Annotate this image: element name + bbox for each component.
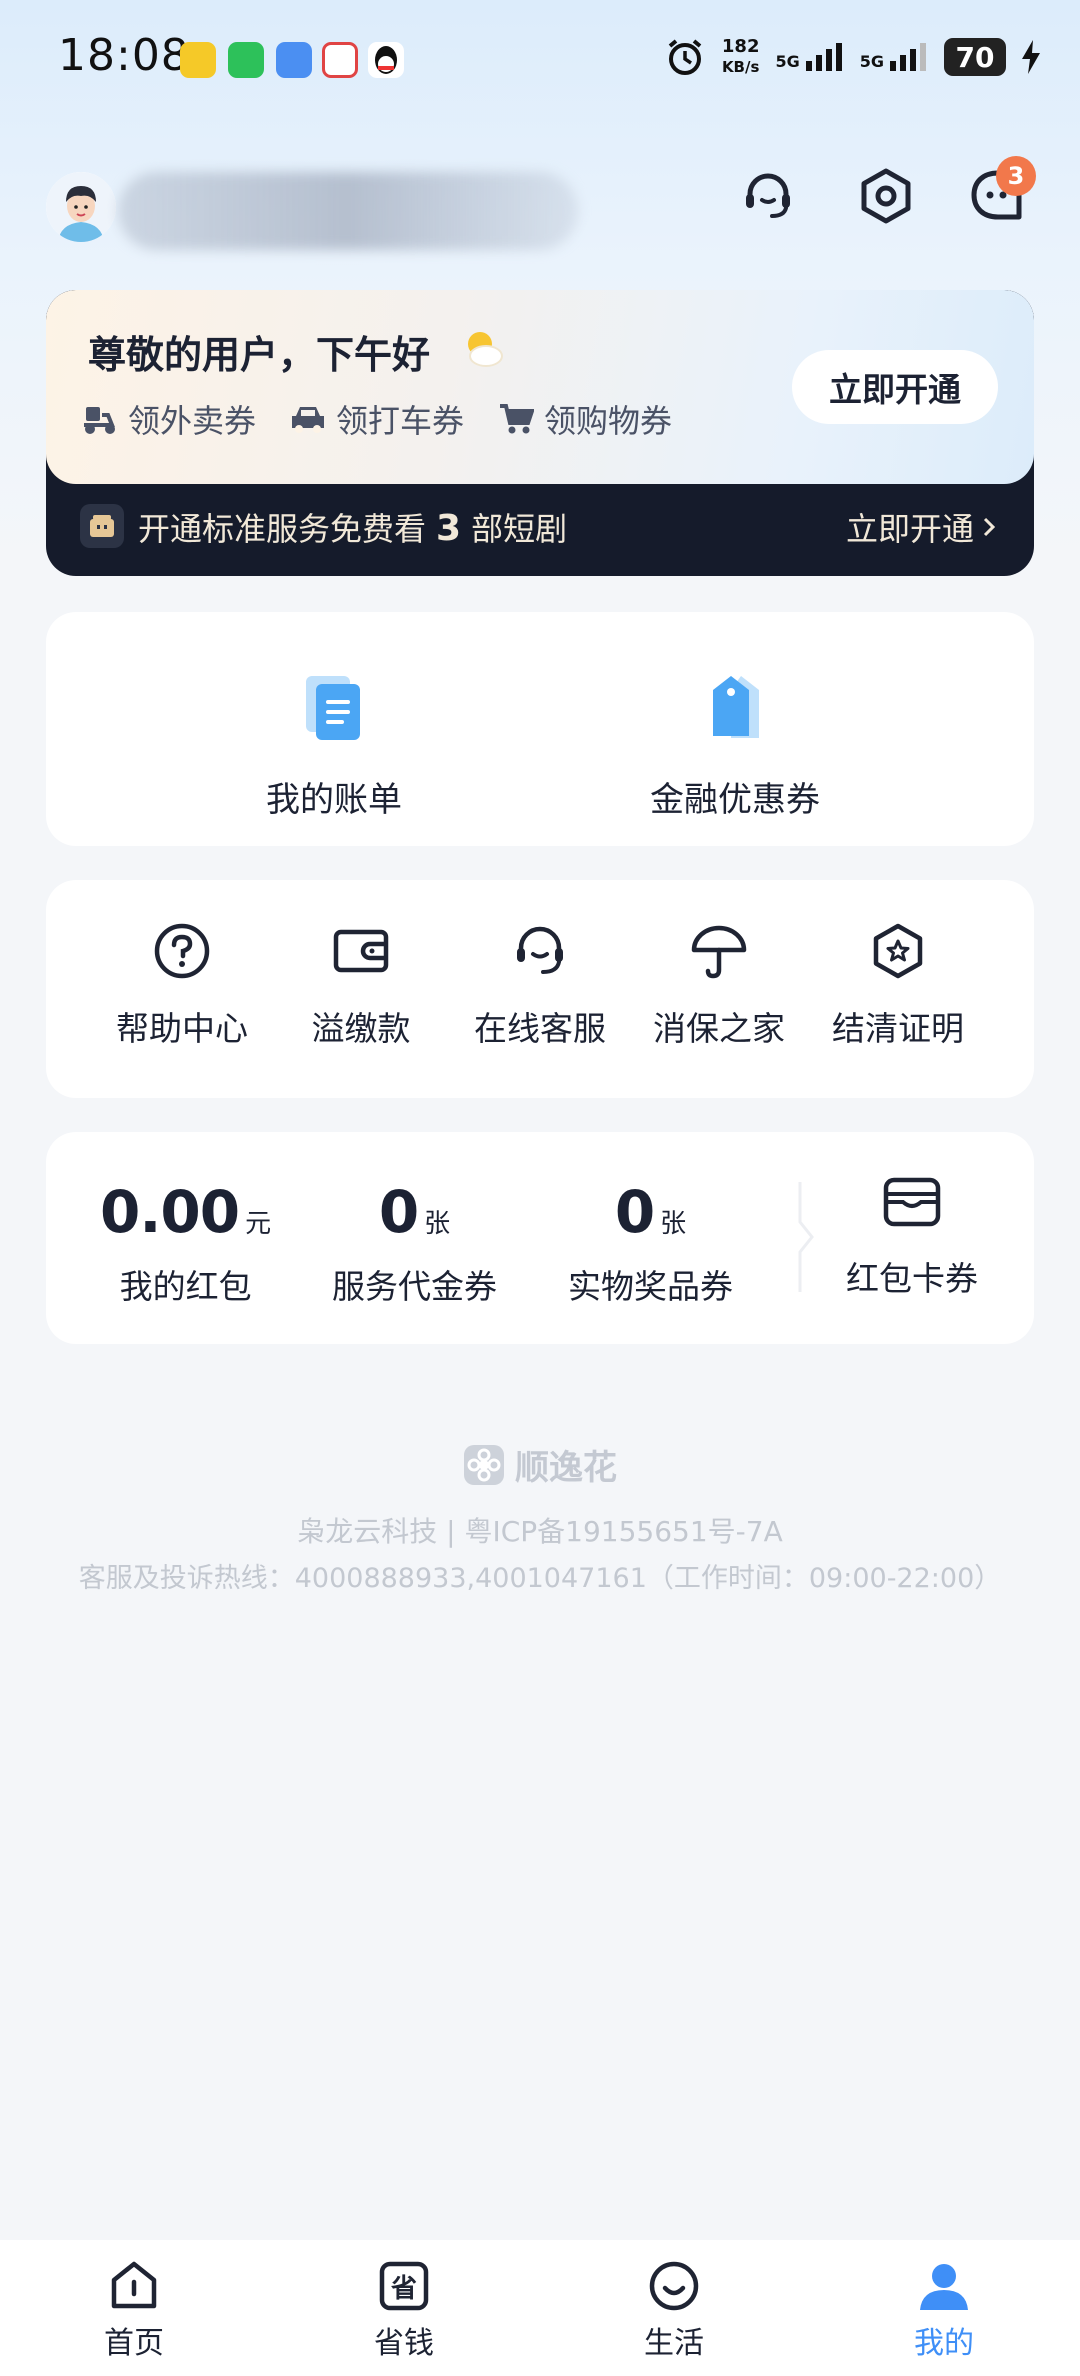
coupon-shopping[interactable]: 领购物券 [498, 396, 672, 442]
divider-arrow [798, 1182, 814, 1292]
services-card: 帮助中心 溢缴款 在线客服 消保之家 结清证明 [46, 880, 1034, 1098]
finance-coupon-entry[interactable]: 金融优惠券 [650, 672, 820, 821]
tab-bar: 首页 省 省钱 生活 我的 [0, 2240, 1080, 2376]
signal-1: 5G [775, 43, 843, 71]
red-packet-label: 我的红包 [119, 1267, 252, 1306]
prize-voucher-stat[interactable]: 0张 实物奖品券 [568, 1178, 733, 1308]
tab-home[interactable]: 首页 [74, 2258, 194, 2362]
open-now-button[interactable]: 立即开通 [792, 350, 998, 424]
drama-banner-text: 开通标准服务免费看 3 部短剧 [138, 508, 568, 549]
badge-star-icon [873, 923, 923, 979]
tag-icon [713, 676, 759, 738]
car-icon [292, 407, 325, 433]
greeting-text: 尊敬的用户，下午好 [88, 333, 431, 377]
chevron-right-icon [983, 517, 996, 537]
promo-card[interactable]: 尊敬的用户，下午好 领外卖券 领打车券 领购物券 立即开通 开通标准服务免费看 3… [46, 290, 1034, 576]
overpayment-entry[interactable]: 溢缴款 [276, 922, 446, 1050]
app-notification-icon [180, 42, 216, 78]
finance-coupon-label: 金融优惠券 [650, 780, 820, 820]
signal-icon [890, 43, 926, 71]
scooter-icon [84, 407, 115, 434]
drama-open-link[interactable]: 立即开通 [846, 504, 996, 550]
card-wallet-icon [883, 1177, 941, 1227]
smile-icon [649, 2261, 699, 2311]
bill-icon [306, 676, 360, 740]
help-center-label: 帮助中心 [116, 1009, 248, 1048]
rewards-card: 0.00 元 我的红包 0张 服务代金券 0张 实物奖品券 红包卡券 [46, 1132, 1034, 1344]
status-time: 18:08 [58, 30, 190, 81]
coupon-taxi[interactable]: 领打车券 [290, 396, 464, 442]
question-icon [154, 923, 210, 979]
signal-icon [805, 43, 842, 71]
wallet-icon [333, 929, 389, 973]
service-voucher-unit: 张 [424, 1209, 451, 1239]
status-right: 182 KB/s 5G 5G 70 [664, 36, 1040, 78]
customer-service-icon[interactable] [732, 160, 804, 232]
promo-top: 尊敬的用户，下午好 领外卖券 领打车券 领购物券 立即开通 [46, 290, 1034, 484]
card-wallet-entry[interactable]: 红包卡券 [846, 1176, 978, 1300]
umbrella-icon [691, 925, 747, 979]
sun-cloud-icon [468, 332, 503, 367]
charging-icon [1022, 40, 1040, 74]
hotline-info: 客服及投诉热线：4000888933,4001047161（工作时间：09:00… [78, 1563, 1002, 1594]
headset-icon [517, 926, 563, 974]
settings-icon[interactable] [850, 160, 922, 232]
qq-icon [368, 42, 404, 78]
home-icon [111, 2261, 157, 2309]
consumer-protection-entry[interactable]: 消保之家 [634, 922, 804, 1050]
red-packet-stat[interactable]: 0.00 元 我的红包 [100, 1178, 271, 1308]
red-packet-value: 0.00 [100, 1178, 240, 1246]
app-notification-icon [276, 42, 312, 78]
drama-icon [80, 504, 124, 548]
overpayment-label: 溢缴款 [311, 1009, 411, 1048]
help-center-entry[interactable]: 帮助中心 [97, 922, 267, 1050]
status-bar: 18:08 182 KB/s 5G 5G 70 [0, 0, 1080, 120]
app-notification-icon [322, 42, 358, 78]
username-blurred [118, 172, 578, 250]
consumer-protection-label: 消保之家 [653, 1009, 785, 1048]
prize-voucher-value: 0 [614, 1178, 655, 1246]
tab-mine[interactable]: 我的 [884, 2258, 1004, 2362]
coupon-takeout[interactable]: 领外卖券 [82, 396, 256, 442]
user-icon [920, 2264, 968, 2310]
bill-card: 我的账单 金融优惠券 [46, 612, 1034, 846]
online-service-label: 在线客服 [474, 1009, 606, 1048]
alarm-icon [668, 39, 702, 75]
wechat-icon [228, 42, 264, 78]
service-voucher-value: 0 [378, 1178, 419, 1246]
brand-logo: 顺逸花 [0, 1440, 1080, 1489]
coupon-list: 领外卖券 领打车券 领购物券 [82, 396, 672, 442]
tab-save[interactable]: 省 省钱 [344, 2258, 464, 2362]
red-packet-unit: 元 [245, 1209, 272, 1239]
card-wallet-label: 红包卡券 [846, 1259, 978, 1298]
avatar[interactable] [46, 172, 116, 242]
signal-2: 5G [860, 43, 928, 71]
brand-name: 顺逸花 [515, 1448, 617, 1488]
company-info: 枭龙云科技 | 粤ICP备19155651号-7A [297, 1515, 783, 1548]
settlement-proof-entry[interactable]: 结清证明 [813, 922, 983, 1050]
network-speed: 182 KB/s [721, 36, 760, 77]
service-voucher-label: 服务代金券 [332, 1267, 497, 1306]
tab-life[interactable]: 生活 [614, 2258, 734, 2362]
save-money-icon: 省 [379, 2261, 429, 2311]
my-bill-label: 我的账单 [266, 780, 402, 820]
notification-badge: 3 [996, 156, 1036, 196]
my-bill-entry[interactable]: 我的账单 [266, 672, 402, 821]
settlement-proof-label: 结清证明 [832, 1009, 964, 1048]
cart-icon [500, 404, 535, 434]
flower-logo-icon [464, 1444, 504, 1485]
svg-text:省: 省 [390, 2274, 417, 2304]
online-service-entry[interactable]: 在线客服 [455, 922, 625, 1050]
battery-indicator: 70 [944, 38, 1006, 76]
prize-voucher-label: 实物奖品券 [568, 1267, 733, 1306]
prize-voucher-unit: 张 [660, 1209, 687, 1239]
service-voucher-stat[interactable]: 0张 服务代金券 [332, 1178, 497, 1308]
